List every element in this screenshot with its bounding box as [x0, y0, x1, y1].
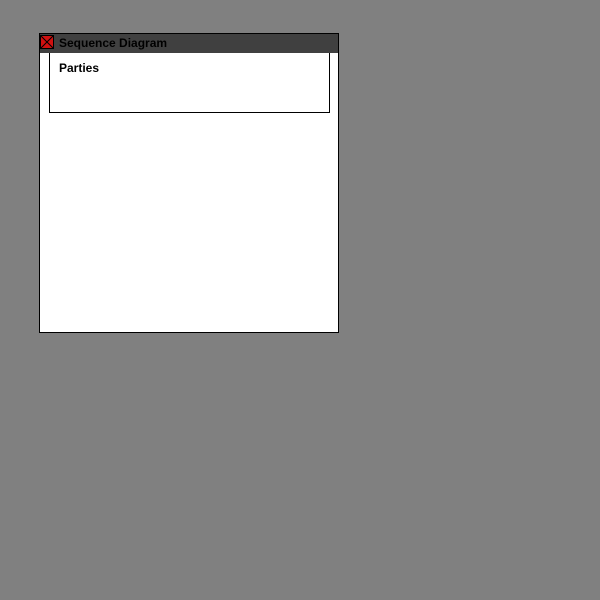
parties-label: Parties	[59, 61, 100, 75]
close-icon[interactable]	[40, 35, 54, 49]
window-titlebar[interactable]: Sequence Diagram	[40, 34, 338, 53]
window-title: Sequence Diagram	[59, 36, 168, 50]
sequence-diagram-window: Sequence Diagram Parties	[39, 33, 339, 333]
parties-panel[interactable]: Parties	[49, 53, 330, 113]
diagram-canvas[interactable]: Parties	[40, 53, 338, 332]
